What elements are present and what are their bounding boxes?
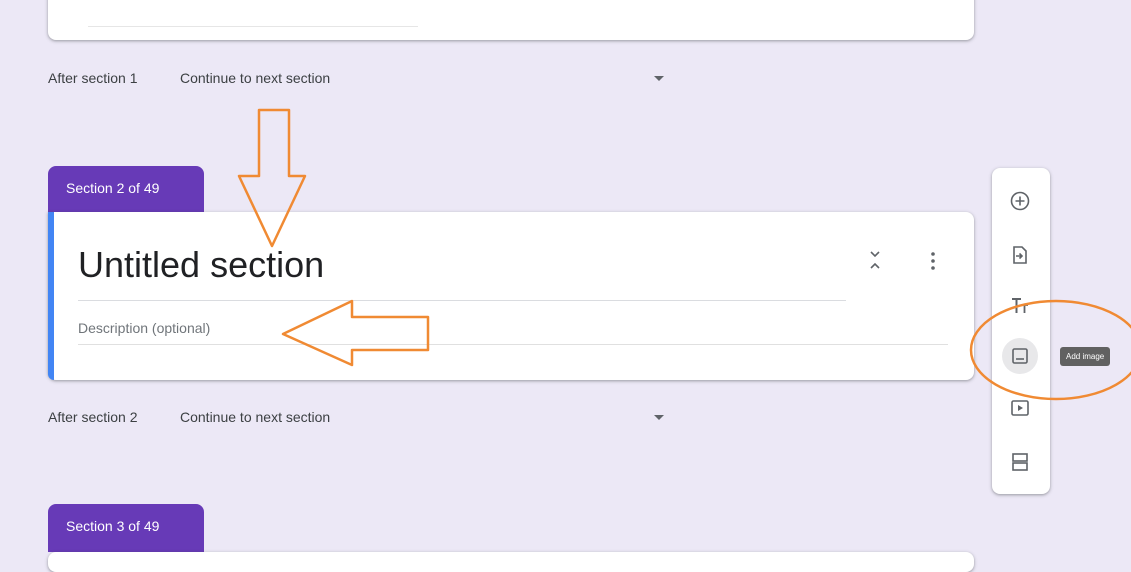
after-section-1-row: After section 1 Continue to next section [48, 68, 670, 88]
dropdown-arrow-icon [654, 75, 664, 81]
after-section-2-dropdown[interactable]: Continue to next section [180, 409, 670, 425]
more-options-button[interactable] [924, 248, 942, 274]
add-image-button[interactable] [1002, 338, 1038, 374]
previous-section-card [48, 0, 974, 40]
section-2-badge-label: Section 2 of 49 [66, 180, 160, 196]
import-questions-icon [1013, 246, 1027, 264]
dropdown-arrow-icon [654, 414, 664, 420]
add-video-button[interactable] [1006, 394, 1034, 422]
add-title-button[interactable] [1006, 292, 1034, 320]
import-questions-button[interactable] [1006, 241, 1034, 269]
add-video-icon [1011, 400, 1029, 416]
collapse-icon [870, 251, 880, 269]
section-3-badge-label: Section 3 of 49 [66, 518, 160, 534]
add-section-button[interactable] [1006, 448, 1034, 476]
add-section-icon [1012, 453, 1028, 471]
add-image-icon [1012, 348, 1028, 364]
add-title-icon [1012, 298, 1028, 313]
active-section-accent [48, 212, 54, 380]
description-underline [78, 344, 948, 345]
section-title-input[interactable]: Untitled section [78, 244, 324, 286]
section-description-input[interactable]: Description (optional) [78, 320, 210, 336]
add-image-tooltip: Add image [1060, 347, 1111, 366]
section-3-badge: Section 3 of 49 [48, 504, 204, 552]
title-underline [78, 300, 846, 301]
after-section-2-label: After section 2 [48, 409, 138, 425]
after-section-2-row: After section 2 Continue to next section [48, 407, 670, 427]
after-section-1-dropdown[interactable]: Continue to next section [180, 70, 670, 86]
collapse-section-button[interactable] [866, 248, 884, 274]
after-section-1-label: After section 1 [48, 70, 138, 86]
after-section-2-value: Continue to next section [180, 409, 331, 425]
more-vert-icon [931, 252, 935, 270]
divider [88, 26, 418, 27]
floating-toolbar [992, 168, 1050, 494]
after-section-1-value: Continue to next section [180, 70, 331, 86]
section-2-badge: Section 2 of 49 [48, 166, 204, 214]
section-3-card [48, 552, 974, 572]
add-question-icon [1010, 191, 1030, 211]
section-2-card: Untitled section Description (optional) [48, 212, 974, 380]
add-question-button[interactable] [1006, 187, 1034, 215]
